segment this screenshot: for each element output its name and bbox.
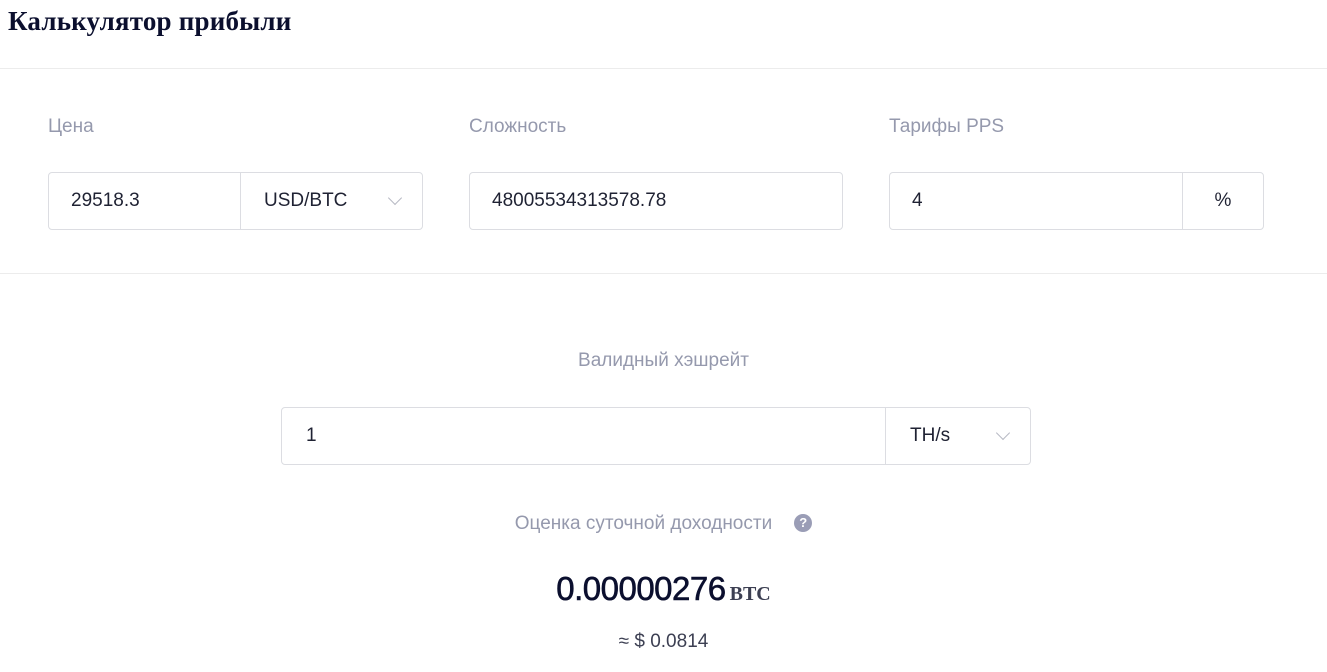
- pps-field: 4 %: [889, 172, 1264, 230]
- hashrate-unit-value: TH/s: [910, 425, 951, 446]
- estimate-label: Оценка суточной доходности: [514, 513, 773, 534]
- hashrate-field: 1 TH/s: [281, 407, 1031, 465]
- estimate-btc-unit: BTC: [729, 583, 771, 605]
- difficulty-input[interactable]: 48005534313578.78: [470, 190, 842, 212]
- pps-unit-value: %: [1214, 190, 1232, 211]
- hashrate-label: Валидный хэшрейт: [578, 350, 749, 371]
- header-divider: [0, 68, 1327, 69]
- pps-input[interactable]: 4: [890, 190, 1182, 212]
- estimate-usd-value: ≈ $ 0.0814: [618, 631, 709, 652]
- pps-label: Тарифы PPS: [889, 116, 1005, 137]
- hashrate-input[interactable]: 1: [282, 425, 885, 447]
- price-unit-select[interactable]: USD/BTC: [240, 173, 422, 229]
- difficulty-field: 48005534313578.78: [469, 172, 843, 230]
- estimate-btc-value: 0.00000276: [556, 570, 726, 608]
- hashrate-unit-select[interactable]: TH/s: [885, 408, 1030, 464]
- price-field: 29518.3 USD/BTC: [48, 172, 423, 230]
- chevron-down-icon: [387, 190, 403, 206]
- price-label: Цена: [48, 116, 94, 137]
- estimate-label-row: Оценка суточной доходности?: [0, 513, 1327, 535]
- estimate-result: 0.00000276 BTC: [0, 570, 1327, 608]
- chevron-down-icon: [995, 425, 1011, 441]
- pps-unit-addon: %: [1182, 173, 1263, 229]
- price-input[interactable]: 29518.3: [49, 190, 240, 212]
- section-divider: [0, 273, 1327, 274]
- page-title: Калькулятор прибыли: [8, 6, 292, 36]
- price-unit-value: USD/BTC: [264, 190, 348, 211]
- difficulty-label: Сложность: [469, 116, 567, 137]
- help-icon[interactable]: ?: [794, 514, 813, 532]
